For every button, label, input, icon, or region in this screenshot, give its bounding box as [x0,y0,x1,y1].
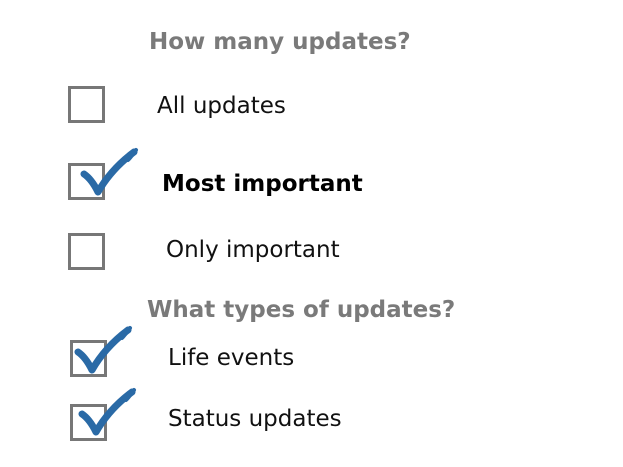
option-all-updates[interactable]: All updates [0,78,623,134]
checkmark-icon [74,326,132,374]
checkmark-icon [78,388,136,436]
option-only-important[interactable]: Only important [0,224,623,280]
only-important-checkbox[interactable] [68,233,105,270]
only-important-label: Only important [166,237,340,263]
most-important-label: Most important [162,171,363,197]
status-updates-label: Status updates [168,406,342,432]
life-events-label: Life events [168,345,295,371]
all-updates-label: All updates [157,93,286,119]
what-types-of-updates-heading: What types of updates? [147,297,456,323]
checkmark-icon [80,148,138,196]
option-status-updates[interactable]: Status updates [0,388,623,448]
option-most-important[interactable]: Most important [0,148,623,208]
all-updates-checkbox[interactable] [68,86,105,123]
how-many-updates-heading: How many updates? [149,29,411,55]
option-life-events[interactable]: Life events [0,326,623,386]
